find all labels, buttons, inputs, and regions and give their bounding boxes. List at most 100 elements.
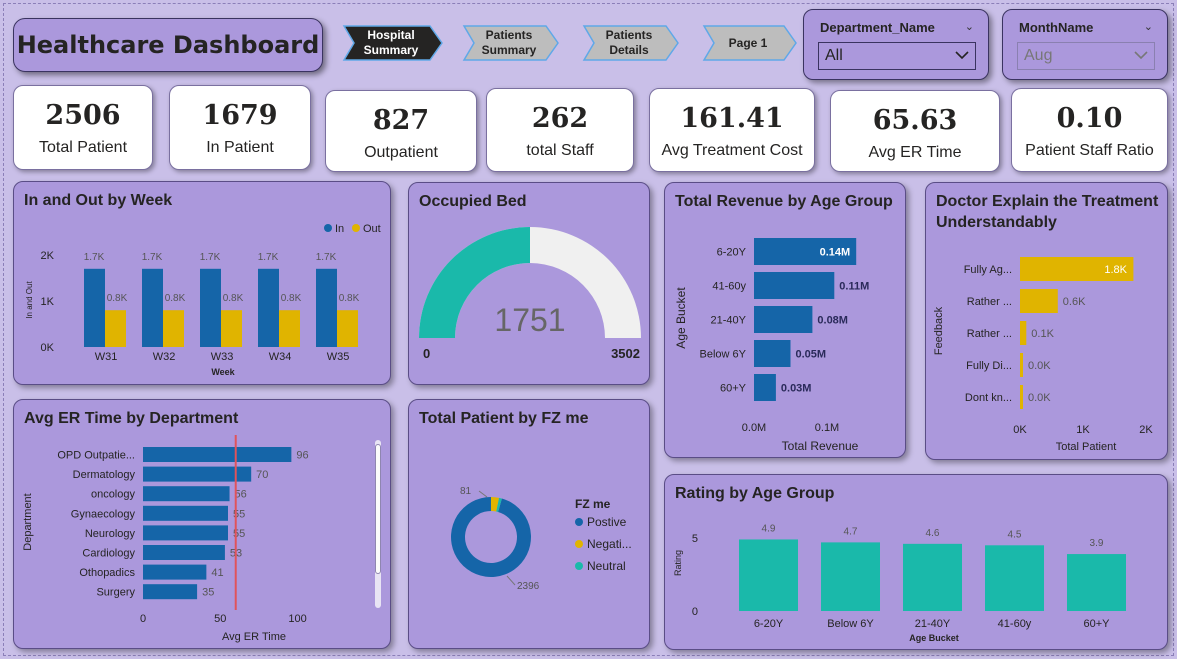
x-tick-label: 21-40Y — [915, 618, 951, 630]
y-axis-label: In and Out — [25, 281, 34, 319]
department-dropdown[interactable]: All — [818, 42, 976, 70]
leader-line — [478, 490, 488, 498]
data-label: 70 — [256, 469, 268, 481]
nav-hospital-summary-button[interactable]: Hospital Summary — [342, 24, 444, 62]
data-label: 0.1K — [1031, 328, 1054, 340]
x-axis-label: Total Patient — [1056, 441, 1117, 453]
bar — [1020, 321, 1027, 345]
category-label: Dont kn... — [965, 392, 1012, 404]
bar — [143, 486, 230, 502]
kpi-label: In Patient — [206, 139, 274, 156]
nav-page-1-button[interactable]: Page 1 — [702, 24, 798, 62]
kpi-label: Outpatient — [364, 144, 438, 161]
data-label: 0.6K — [1063, 296, 1086, 308]
x-axis-label: Week — [211, 367, 235, 377]
data-label: 1.8K — [1104, 264, 1127, 276]
bar — [754, 306, 813, 333]
data-label: 0.05M — [796, 349, 827, 361]
category-label: 60+Y — [720, 383, 747, 395]
legend-out-label: Out — [363, 223, 381, 235]
department-selected-value: All — [825, 47, 843, 64]
bar-in — [84, 268, 105, 347]
bar-in — [142, 268, 163, 347]
gauge-max-label: 3502 — [611, 346, 640, 361]
bar-in-label: 1.7K — [84, 252, 105, 263]
bar-out — [337, 310, 358, 347]
kpi-avg-er-time: 65.63 Avg ER Time — [830, 90, 1000, 172]
data-label: 41 — [211, 567, 223, 579]
dashboard-title: Healthcare Dashboard — [13, 18, 323, 72]
rating-by-age-panel: Rating by Age Group 0 5 Rating 4.9 6-20Y 4.7 B… — [664, 474, 1168, 650]
slice-label: 2396 — [517, 581, 540, 592]
x-tick-label: 2K — [1139, 424, 1153, 436]
er-chart: OPD Outpatie... 96Dermatology 70oncology 56… — [22, 435, 309, 643]
nav-patients-summary-label: Patients Summary — [481, 28, 537, 57]
bar-in-label: 1.7K — [316, 252, 337, 263]
month-slicer: MonthName ⌄ Aug — [1002, 9, 1168, 80]
y-axis-label: Department — [22, 493, 34, 550]
occupied-bed-gauge: 1751 0 3502 — [419, 227, 641, 361]
avg-er-time-panel: Avg ER Time by Department OPD Outpatie..… — [13, 399, 391, 649]
chevron-down-icon[interactable]: ⌄ — [965, 20, 974, 33]
kpi-in-patient: 1679 In Patient — [169, 85, 311, 170]
category-label: 6-20Y — [717, 247, 747, 259]
x-tick-label: 0K — [1013, 424, 1027, 436]
bar — [143, 584, 198, 600]
category-label: Neurology — [85, 528, 136, 540]
bar — [1020, 385, 1023, 409]
bar-in-label: 1.7K — [258, 252, 279, 263]
x-tick-label: 6-20Y — [754, 618, 784, 630]
category-label: 41-60y — [712, 281, 746, 293]
x-tick-label: W32 — [153, 351, 176, 363]
x-tick-label: 60+Y — [1084, 618, 1111, 630]
kpi-label: Patient Staff Ratio — [1025, 142, 1154, 159]
kpi-label: Total Patient — [38, 139, 128, 156]
chevron-down-icon — [955, 47, 969, 65]
month-slicer-label: MonthName — [1019, 20, 1094, 35]
kpi-label: total Staff — [526, 142, 594, 159]
rating-chart: 0 5 Rating 4.9 6-20Y 4.7 Below 6Y 4.6 21-40Y 4.5 4… — [673, 523, 1126, 643]
doctor-explain-chart: Fully Ag... 1.8K Rather ... 0.6K Rather ... 0… — [933, 257, 1153, 453]
revenue-by-age-panel: Total Revenue by Age Group 6-20Y 0.14M 41-… — [664, 182, 906, 458]
category-label: Fully Di... — [966, 360, 1012, 372]
data-label: 4.7 — [844, 526, 858, 537]
data-label: 0.14M — [820, 247, 851, 259]
bar — [143, 447, 292, 462]
in-out-chart: 0K 1K 2K In and Out Week In Out 1.7K 0.8K W31 1.7K… — [25, 223, 381, 377]
fz-donut-chart: 2396 81 FZ me Postive Negati... Neutral — [450, 486, 632, 592]
nav-patients-details-button[interactable]: Patients Details — [582, 24, 680, 62]
kpi-patient-staff-ratio: 0.10 Patient Staff Ratio — [1011, 88, 1168, 172]
x-tick-label: 50 — [214, 613, 226, 625]
bar — [985, 545, 1044, 611]
bar-out-label: 0.8K — [165, 293, 186, 304]
kpi-label: Avg Treatment Cost — [661, 142, 803, 159]
data-label: 4.9 — [762, 523, 776, 534]
bar — [754, 340, 791, 367]
y-axis-label: Rating — [673, 550, 683, 576]
bar-in — [258, 268, 279, 347]
bar — [821, 542, 880, 611]
gauge-min-label: 0 — [423, 346, 430, 361]
dashboard-title-text: Healthcare Dashboard — [16, 31, 320, 59]
x-tick-label: 41-60y — [998, 618, 1032, 630]
chevron-down-icon[interactable]: ⌄ — [1144, 20, 1153, 33]
category-label: OPD Outpatie... — [57, 450, 135, 462]
category-label: Fully Ag... — [964, 264, 1012, 276]
data-label: 0.11M — [839, 281, 869, 293]
x-tick-label: W35 — [327, 351, 350, 363]
y-tick-label: 0 — [692, 606, 698, 618]
er-scrollbar-thumb[interactable] — [375, 444, 381, 574]
doctor-explain-panel: Doctor Explain the Treatment Understanda… — [925, 182, 1168, 460]
bar-in-label: 1.7K — [200, 252, 221, 263]
data-label: 0.0K — [1028, 392, 1051, 404]
bar-out — [105, 310, 126, 347]
month-dropdown[interactable]: Aug — [1017, 42, 1155, 70]
x-tick-label: W34 — [269, 351, 292, 363]
bar — [1067, 554, 1126, 611]
category-label: Dermatology — [73, 469, 136, 481]
nav-patients-summary-button[interactable]: Patients Summary — [462, 24, 560, 62]
x-tick-label: 0.0M — [742, 422, 766, 434]
nav-patients-details-label: Patients Details — [605, 28, 653, 57]
legend-label: Postive — [587, 515, 627, 529]
er-scrollbar[interactable] — [375, 440, 381, 608]
